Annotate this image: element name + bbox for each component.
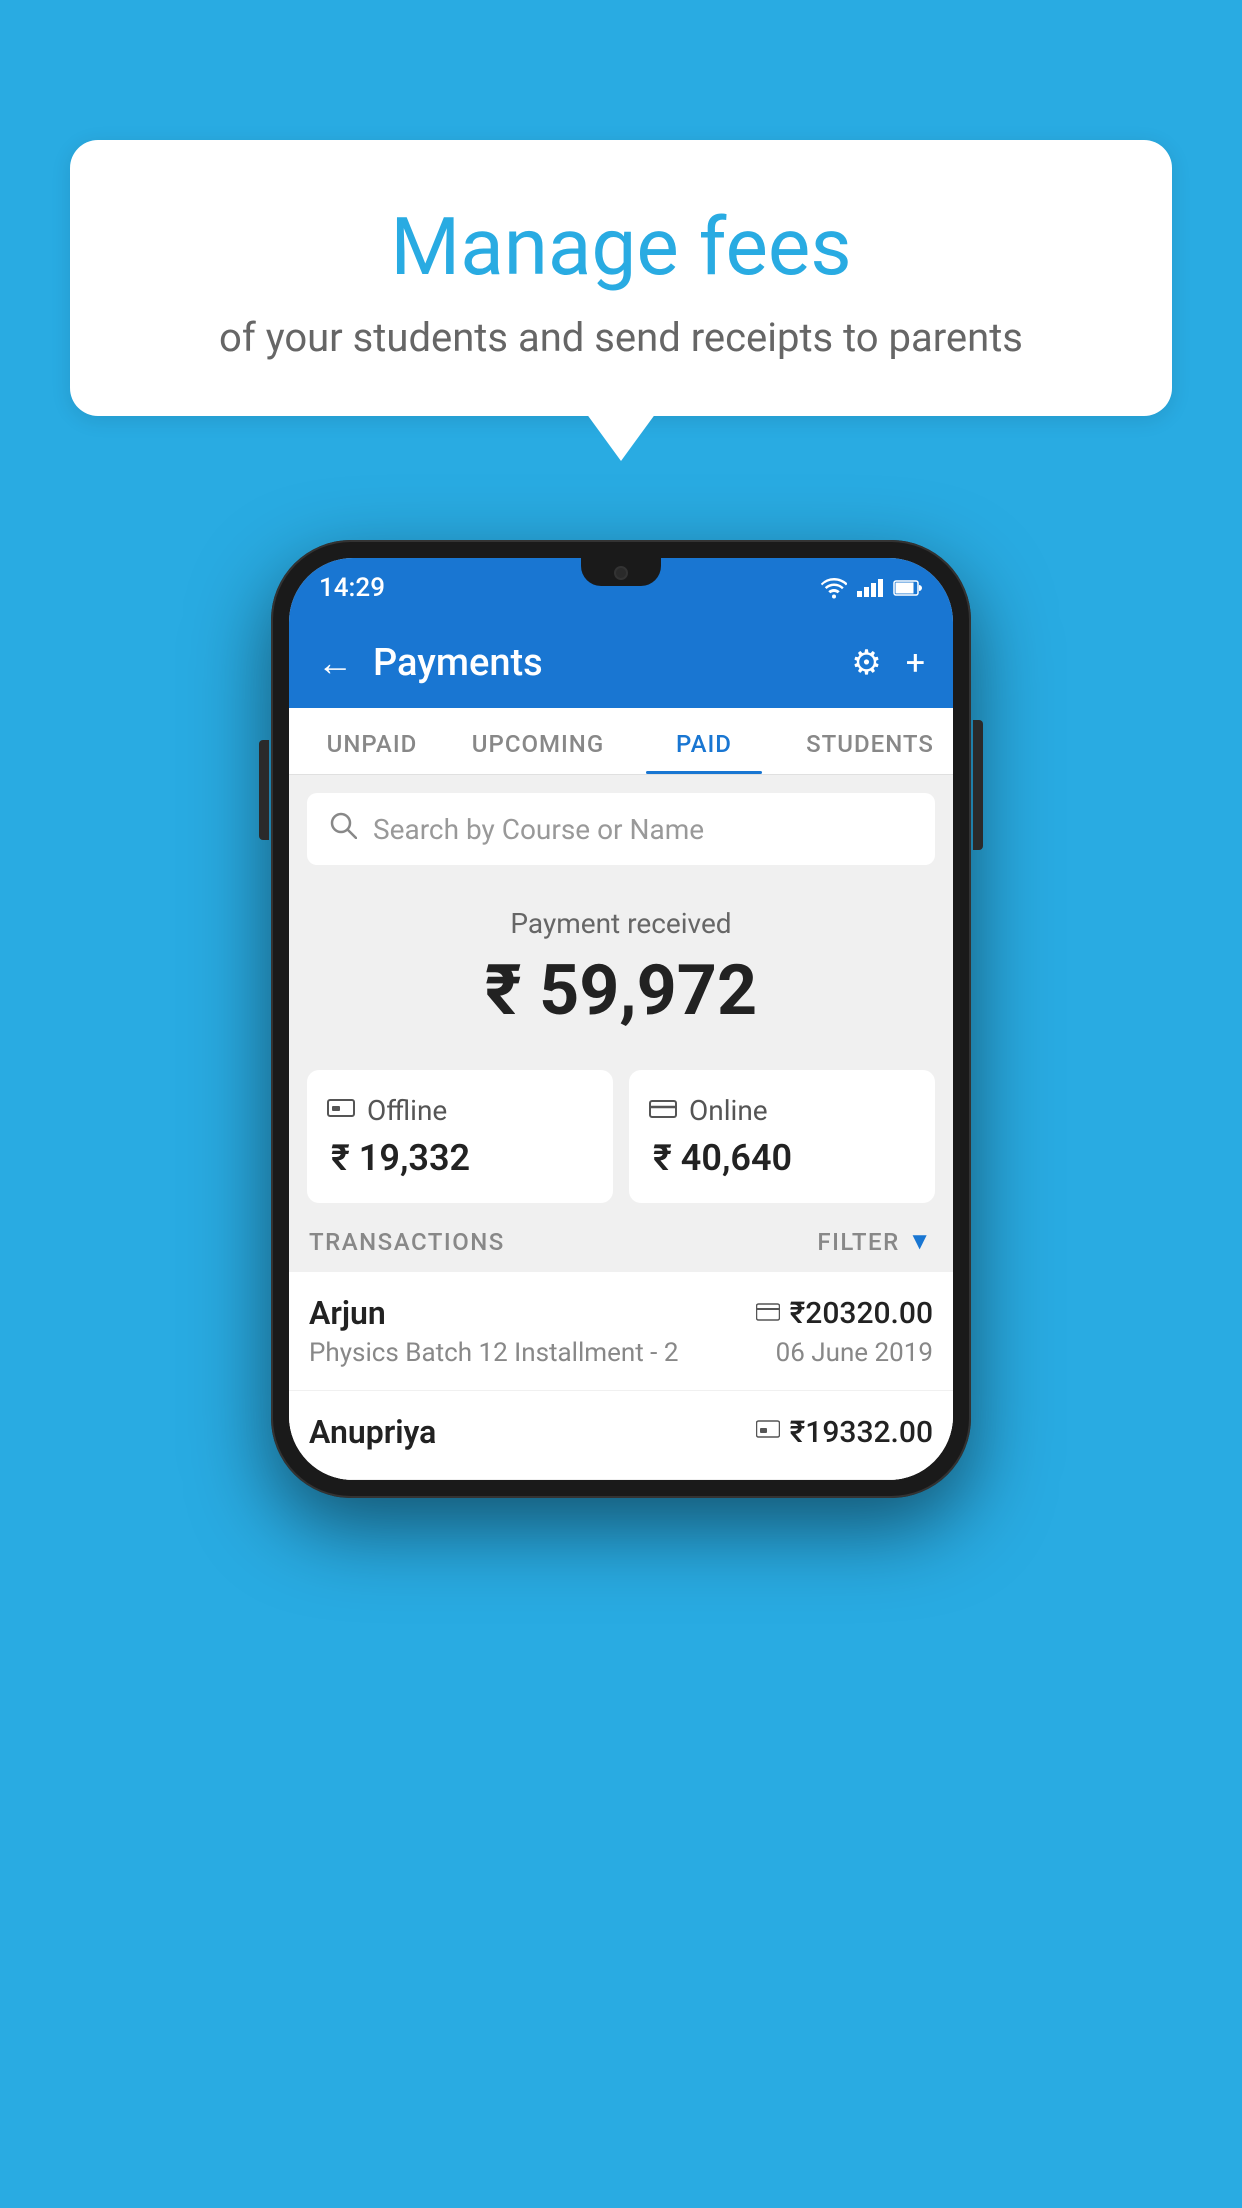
online-label: Online	[689, 1094, 768, 1127]
payment-method-icon	[756, 1299, 780, 1327]
transaction-detail: Physics Batch 12 Installment - 2	[309, 1338, 678, 1368]
add-button[interactable]: +	[906, 643, 925, 683]
offline-card: Offline ₹ 19,332	[307, 1070, 613, 1203]
top-bar-icons: ⚙ +	[851, 643, 925, 683]
payment-received-amount: ₹ 59,972	[289, 950, 953, 1032]
transaction-amount-wrap: ₹19332.00	[756, 1415, 933, 1450]
page-title: Payments	[373, 641, 851, 685]
tab-paid[interactable]: PAID	[621, 708, 787, 774]
notch-camera	[614, 566, 628, 580]
phone-screen: 14:29	[289, 558, 953, 1480]
transaction-top: Arjun ₹20320.00	[309, 1294, 933, 1332]
status-icons	[821, 577, 923, 599]
transaction-bottom: Physics Batch 12 Installment - 2 06 June…	[309, 1338, 933, 1368]
wifi-icon	[821, 577, 847, 599]
online-card-header: Online	[649, 1094, 915, 1127]
notch	[581, 558, 661, 586]
speech-bubble: Manage fees of your students and send re…	[70, 140, 1172, 416]
offline-icon	[327, 1094, 355, 1127]
tab-unpaid[interactable]: UNPAID	[289, 708, 455, 774]
tab-upcoming[interactable]: UPCOMING	[455, 708, 621, 774]
transactions-header: TRANSACTIONS FILTER ▼	[289, 1203, 953, 1272]
search-icon	[329, 811, 357, 847]
offline-amount: ₹ 19,332	[327, 1137, 593, 1179]
transaction-name: Anupriya	[309, 1413, 436, 1451]
search-bar[interactable]: Search by Course or Name	[307, 793, 935, 865]
transaction-amount: ₹19332.00	[790, 1415, 933, 1450]
bubble-title: Manage fees	[130, 200, 1112, 294]
transaction-amount-wrap: ₹20320.00	[756, 1296, 933, 1331]
search-placeholder: Search by Course or Name	[373, 813, 704, 846]
table-row[interactable]: Anupriya ₹19332.00	[289, 1391, 953, 1480]
offline-label: Offline	[367, 1094, 447, 1127]
filter-icon: ▼	[908, 1227, 933, 1256]
tabs-bar: UNPAID UPCOMING PAID STUDENTS	[289, 708, 953, 775]
transaction-top: Anupriya ₹19332.00	[309, 1413, 933, 1451]
tab-students[interactable]: STUDENTS	[787, 708, 953, 774]
content-area: Search by Course or Name Payment receive…	[289, 793, 953, 1480]
transaction-amount: ₹20320.00	[790, 1296, 933, 1331]
payment-method-icon	[756, 1418, 780, 1446]
payment-cards: Offline ₹ 19,332 Online	[307, 1070, 935, 1203]
online-card: Online ₹ 40,640	[629, 1070, 935, 1203]
filter-label: FILTER	[817, 1228, 899, 1256]
transactions-label: TRANSACTIONS	[309, 1228, 505, 1256]
bubble-subtitle: of your students and send receipts to pa…	[130, 314, 1112, 361]
battery-icon	[893, 579, 923, 597]
filter-button[interactable]: FILTER ▼	[817, 1227, 933, 1256]
transaction-date: 06 June 2019	[776, 1338, 933, 1368]
transaction-name: Arjun	[309, 1294, 386, 1332]
online-icon	[649, 1094, 677, 1127]
online-amount: ₹ 40,640	[649, 1137, 915, 1179]
status-bar: 14:29	[289, 558, 953, 618]
back-button[interactable]: ←	[317, 642, 353, 684]
payment-received-section: Payment received ₹ 59,972	[289, 877, 953, 1052]
offline-card-header: Offline	[327, 1094, 593, 1127]
settings-button[interactable]: ⚙	[851, 643, 881, 683]
phone-outer: 14:29	[271, 540, 971, 1498]
signal-bars-icon	[857, 579, 883, 597]
status-time: 14:29	[319, 573, 385, 603]
table-row[interactable]: Arjun ₹20320.00 Physics	[289, 1272, 953, 1391]
payment-received-label: Payment received	[289, 907, 953, 940]
phone-wrapper: 14:29	[271, 540, 971, 1498]
top-bar: ← Payments ⚙ +	[289, 618, 953, 708]
